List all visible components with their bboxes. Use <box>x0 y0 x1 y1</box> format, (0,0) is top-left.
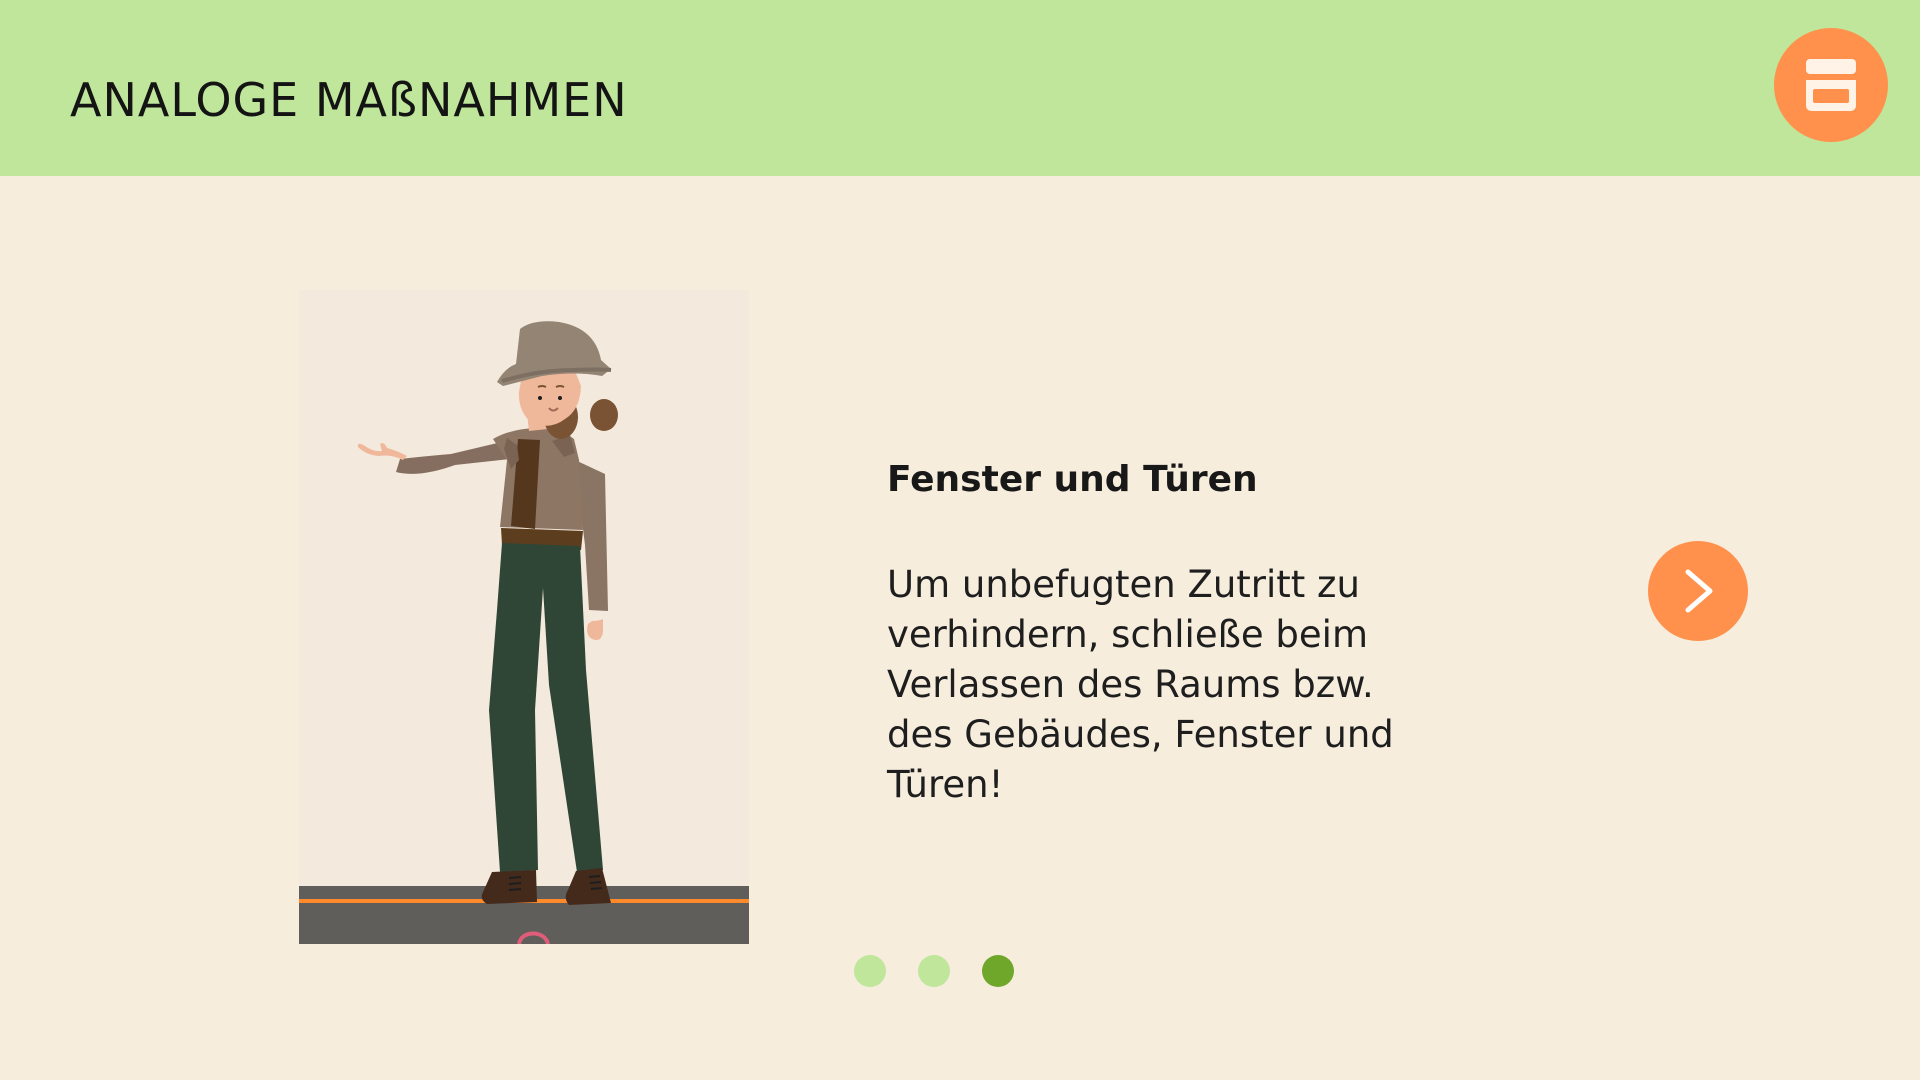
menu-button[interactable] <box>1774 28 1888 142</box>
slide-title: Fenster und Türen <box>887 459 1258 500</box>
app-screen: ANALOGE MAßNAHMEN Fenster und Türen Um u… <box>0 0 1920 1080</box>
pagination-dot-1[interactable] <box>854 955 886 987</box>
chevron-right-icon <box>1685 569 1713 613</box>
slide-description: Um unbefugten Zutritt zu verhindern, sch… <box>887 563 1394 806</box>
archive-box-icon <box>1806 59 1856 111</box>
pagination-dot-2[interactable] <box>918 955 950 987</box>
next-slide-button[interactable] <box>1648 541 1748 641</box>
page-title: ANALOGE MAßNAHMEN <box>70 73 628 127</box>
slide-pagination <box>854 955 1014 987</box>
pagination-dot-3[interactable] <box>982 955 1014 987</box>
slide-illustration <box>299 290 749 944</box>
page-header: ANALOGE MAßNAHMEN <box>0 0 1920 176</box>
